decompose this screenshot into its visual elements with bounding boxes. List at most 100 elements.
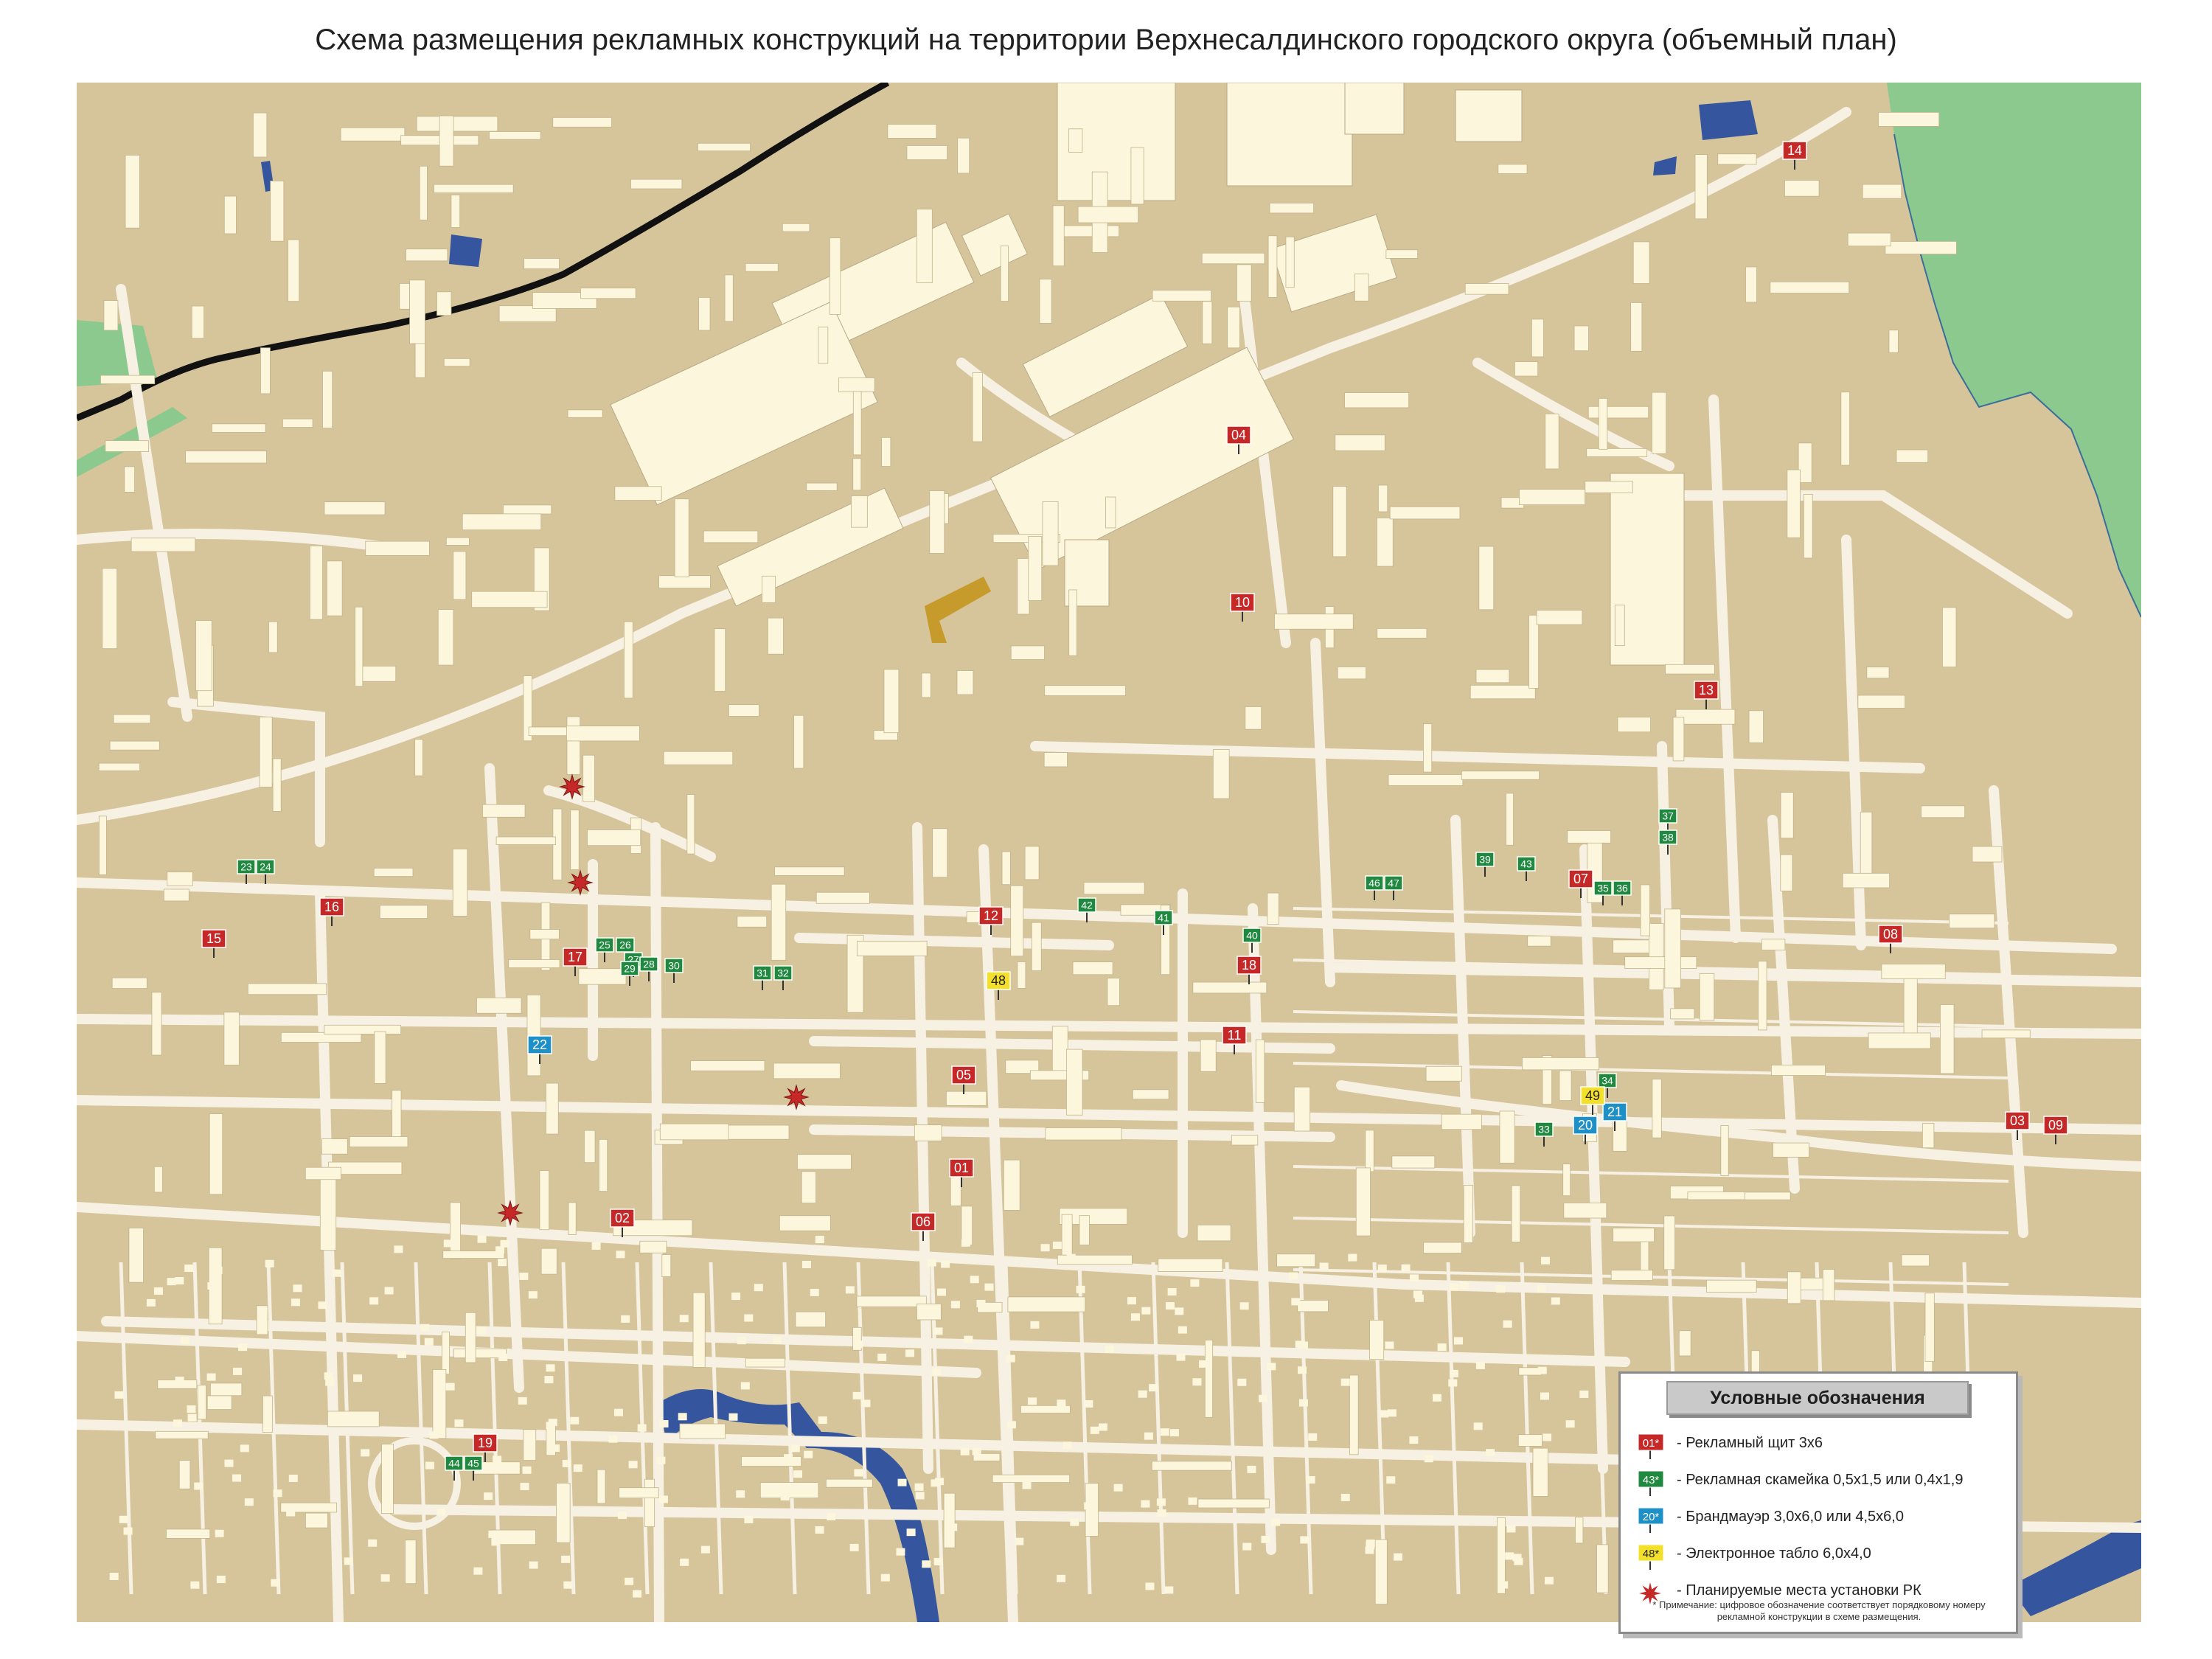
building bbox=[661, 1254, 672, 1277]
building bbox=[992, 1474, 1071, 1484]
legend-note: * Примечание: цифровое обозначение соотв… bbox=[1652, 1599, 1986, 1622]
map-legend: Условные обозначения 01* - Рекламный щит… bbox=[1618, 1371, 2018, 1634]
marker-label: 12 bbox=[984, 908, 998, 923]
building bbox=[109, 740, 160, 751]
building bbox=[223, 1012, 240, 1065]
building bbox=[956, 670, 974, 695]
building bbox=[728, 704, 759, 717]
planned-star[interactable] bbox=[559, 773, 585, 800]
house bbox=[961, 1239, 970, 1247]
house bbox=[1281, 1255, 1290, 1263]
building bbox=[1862, 184, 1902, 199]
building bbox=[1043, 752, 1068, 768]
building bbox=[793, 714, 804, 769]
building bbox=[1885, 241, 1957, 255]
house bbox=[591, 1242, 601, 1250]
house bbox=[815, 1526, 824, 1534]
building bbox=[1921, 1123, 1935, 1149]
building bbox=[1267, 235, 1278, 298]
planned-star[interactable] bbox=[783, 1084, 810, 1110]
house bbox=[291, 1298, 300, 1307]
building bbox=[1758, 961, 1767, 1031]
building bbox=[453, 551, 467, 600]
house bbox=[616, 1251, 625, 1259]
house bbox=[1298, 1341, 1308, 1349]
building bbox=[570, 810, 580, 870]
legend-symbol-text: 01* bbox=[1643, 1437, 1660, 1450]
house bbox=[484, 1492, 493, 1500]
building bbox=[1337, 667, 1366, 680]
building bbox=[326, 560, 343, 616]
house bbox=[700, 1545, 710, 1554]
house bbox=[476, 1326, 486, 1335]
house bbox=[1432, 1394, 1441, 1402]
house bbox=[1149, 1384, 1158, 1392]
house bbox=[941, 1260, 950, 1268]
building bbox=[782, 223, 810, 232]
building bbox=[288, 239, 300, 302]
house bbox=[827, 1512, 836, 1520]
house bbox=[656, 1456, 666, 1464]
building bbox=[1840, 392, 1851, 466]
building bbox=[698, 142, 751, 152]
building bbox=[1377, 627, 1427, 639]
building bbox=[546, 1082, 559, 1135]
building bbox=[1585, 481, 1633, 493]
building bbox=[745, 262, 779, 272]
building bbox=[1391, 1155, 1436, 1169]
building bbox=[580, 288, 636, 299]
building bbox=[1274, 613, 1354, 630]
building bbox=[1201, 252, 1265, 265]
building bbox=[1562, 1164, 1571, 1197]
house bbox=[384, 1287, 394, 1295]
house bbox=[1499, 1581, 1509, 1589]
building bbox=[1630, 302, 1643, 352]
building bbox=[921, 672, 931, 698]
building bbox=[801, 1171, 817, 1204]
house bbox=[1188, 1497, 1197, 1505]
building bbox=[1770, 1065, 1826, 1076]
building bbox=[252, 112, 268, 158]
house bbox=[1176, 1353, 1186, 1361]
house bbox=[1340, 1378, 1350, 1386]
building bbox=[1061, 1214, 1073, 1256]
planned-star[interactable] bbox=[567, 869, 594, 896]
building bbox=[779, 1215, 831, 1231]
building bbox=[209, 1113, 223, 1195]
building bbox=[523, 1429, 537, 1461]
building bbox=[166, 1528, 211, 1539]
building bbox=[374, 1031, 386, 1084]
building bbox=[357, 665, 397, 682]
house bbox=[680, 1558, 689, 1566]
building bbox=[1425, 1065, 1462, 1082]
building bbox=[1024, 846, 1040, 880]
building bbox=[1068, 589, 1077, 656]
house bbox=[1365, 1546, 1374, 1554]
building bbox=[1079, 1215, 1090, 1245]
house bbox=[1261, 1535, 1270, 1543]
building bbox=[365, 540, 430, 556]
house bbox=[1160, 1428, 1169, 1436]
house bbox=[240, 1444, 249, 1453]
house bbox=[443, 1239, 453, 1248]
house bbox=[187, 1413, 197, 1422]
building bbox=[195, 620, 212, 692]
building bbox=[1085, 1483, 1099, 1537]
building bbox=[852, 458, 862, 491]
house bbox=[1437, 1343, 1447, 1352]
house bbox=[1348, 1253, 1357, 1262]
planned-star[interactable] bbox=[497, 1200, 524, 1226]
house bbox=[1540, 1256, 1550, 1265]
building bbox=[1000, 246, 1009, 302]
marker-label: 18 bbox=[1242, 958, 1256, 973]
house bbox=[573, 1464, 582, 1472]
house bbox=[1409, 1436, 1419, 1444]
house bbox=[1377, 1265, 1387, 1273]
building bbox=[1470, 684, 1536, 700]
building bbox=[1770, 281, 1850, 293]
building bbox=[1803, 493, 1813, 559]
building bbox=[247, 983, 327, 995]
building bbox=[1132, 1089, 1169, 1100]
house bbox=[473, 1567, 483, 1575]
house bbox=[1496, 1285, 1506, 1293]
